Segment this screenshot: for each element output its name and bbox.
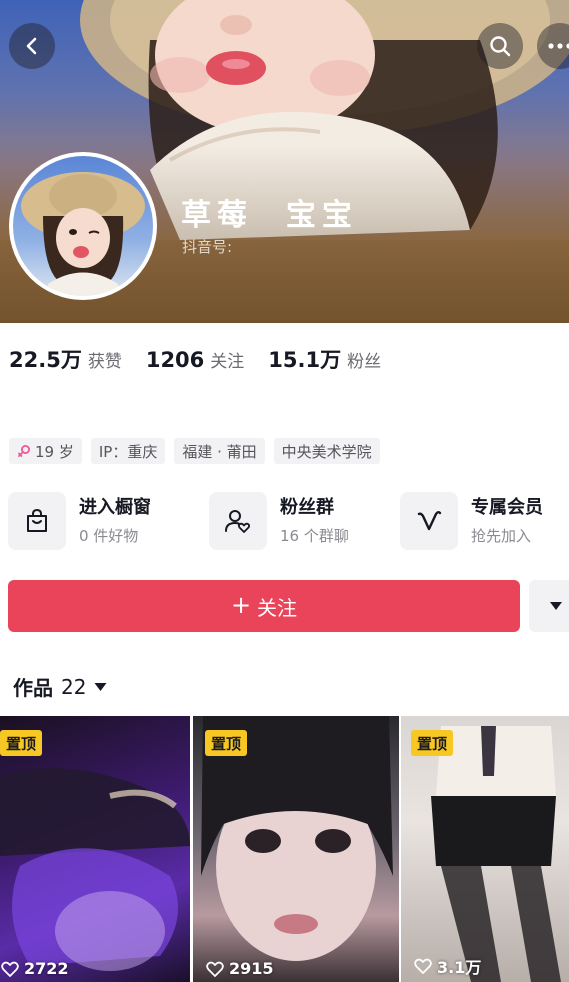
tag-location: 福建 · 莆田 [174, 438, 265, 464]
profile-name: 草莓 宝宝 [181, 198, 358, 233]
entry-icon-box [400, 492, 458, 550]
video-likes: 2915 [206, 959, 274, 978]
video-likes: 3.1万 [414, 954, 481, 978]
plus-icon: + [230, 591, 252, 619]
fan-group-entry[interactable]: 粉丝群 16 个群聊 [209, 492, 349, 550]
tag-school: 中央美术学院 [273, 438, 380, 464]
stat-value: 22.5万 [9, 348, 82, 372]
entry-title: 专属会员 [471, 496, 543, 518]
video-tile[interactable]: 置顶 2915 [193, 716, 399, 982]
female-icon [18, 445, 30, 457]
back-button[interactable] [9, 23, 55, 69]
works-tab[interactable]: 作品 22 [13, 672, 107, 701]
heart-icon [1, 961, 19, 977]
follow-label: 关注 [257, 595, 298, 620]
works-count: 22 [61, 674, 87, 699]
entry-title: 粉丝群 [280, 496, 334, 518]
likes-count: 2915 [229, 959, 274, 978]
works-title: 作品 [13, 676, 53, 700]
stat-label: 粉丝 [347, 352, 382, 372]
search-icon [490, 36, 511, 57]
video-likes: 2722 [1, 959, 69, 978]
avatar[interactable] [9, 152, 157, 300]
stat-value: 1206 [145, 348, 205, 372]
tag-text: 福建 · 莆田 [182, 442, 257, 461]
profile-tags: 19 岁 IP：重庆 福建 · 莆田 中央美术学院 [9, 438, 380, 464]
douyin-id: 抖音号: [182, 238, 233, 256]
shop-window-entry[interactable]: 进入橱窗 0 件好物 [8, 492, 151, 550]
chevron-left-icon [26, 37, 37, 55]
tag-text: IP：重庆 [98, 442, 158, 461]
caret-down-icon [94, 682, 107, 691]
stat-likes[interactable]: 22.5万 获赞 [9, 344, 122, 374]
stat-value: 15.1万 [268, 348, 342, 372]
caret-down-icon [550, 602, 562, 610]
entry-title: 进入橱窗 [79, 496, 151, 518]
tag-text: 19 岁 [35, 442, 74, 461]
stat-label: 关注 [210, 352, 245, 372]
heart-icon [206, 961, 224, 977]
profile-stats: 22.5万 获赞 1206 关注 15.1万 粉丝 [9, 344, 405, 378]
follow-button[interactable]: + 关注 [8, 580, 520, 632]
tag-text: 中央美术学院 [281, 442, 372, 461]
search-button[interactable] [477, 23, 523, 69]
pinned-badge: 置顶 [205, 730, 248, 756]
tag-age: 19 岁 [9, 438, 82, 464]
stat-followers[interactable]: 15.1万 粉丝 [268, 344, 381, 374]
likes-count: 3.1万 [437, 958, 482, 977]
entry-subtitle: 抢先加入 [471, 526, 532, 545]
entry-subtitle: 16 个群聊 [280, 526, 349, 545]
heart-icon [414, 958, 432, 974]
vip-icon [417, 511, 442, 531]
entry-icon-box [8, 492, 66, 550]
shopping-bag-icon [27, 508, 47, 532]
tag-ip: IP：重庆 [90, 438, 166, 464]
more-dots-icon [548, 43, 569, 49]
entry-icon-box [209, 492, 267, 550]
pinned-badge: 置顶 [0, 730, 43, 756]
vip-member-entry[interactable]: 专属会员 抢先加入 [400, 492, 543, 550]
video-tile[interactable]: 置顶 3.1万 [401, 716, 569, 982]
fan-group-icon [225, 510, 251, 533]
pinned-badge: 置顶 [411, 730, 454, 756]
video-tile[interactable]: 置顶 2722 [0, 716, 190, 982]
stat-label: 获赞 [87, 352, 122, 372]
stat-following[interactable]: 1206 关注 [146, 347, 244, 372]
avatar-image [13, 156, 153, 296]
entry-subtitle: 0 件好物 [79, 526, 139, 545]
follow-options-button[interactable] [529, 580, 569, 632]
likes-count: 2722 [24, 959, 69, 978]
